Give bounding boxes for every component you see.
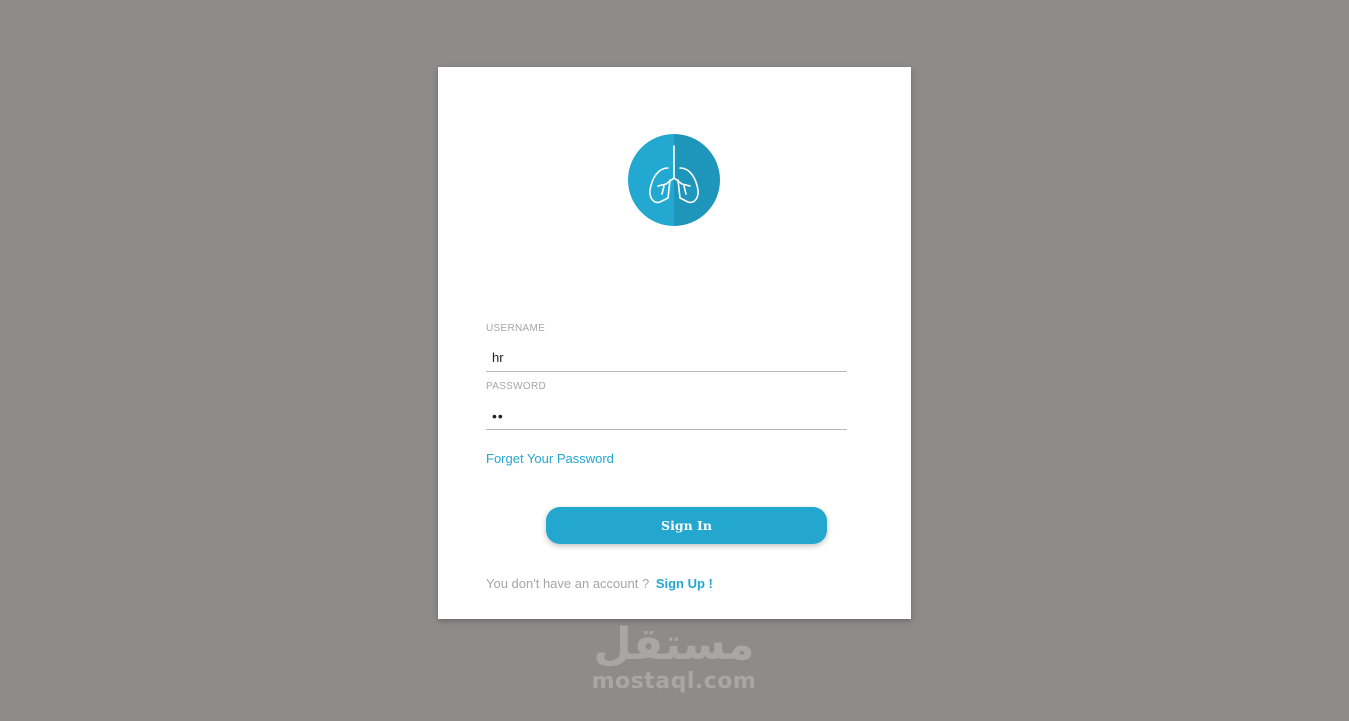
username-value: hr (492, 350, 504, 365)
sign-in-button[interactable]: Sign In (546, 507, 827, 544)
password-label: PASSWORD (486, 381, 546, 392)
username-label: USERNAME (486, 323, 546, 334)
watermark-arabic: مستقل (593, 619, 755, 670)
login-card: USERNAME hr PASSWORD •• Forget Your Pass… (438, 67, 911, 619)
watermark-latin: mostaql.com (591, 669, 757, 694)
watermark: مستقل mostaql.com (584, 620, 764, 694)
password-field[interactable]: •• (486, 403, 847, 430)
username-field[interactable]: hr (486, 345, 847, 372)
signup-row: You don't have an account ? Sign Up ! (486, 576, 713, 591)
forgot-password-link[interactable]: Forget Your Password (486, 451, 614, 466)
sign-up-link[interactable]: Sign Up ! (656, 576, 713, 591)
signup-prompt: You don't have an account ? (486, 576, 650, 591)
password-value: •• (492, 408, 504, 424)
lungs-icon (628, 134, 720, 226)
